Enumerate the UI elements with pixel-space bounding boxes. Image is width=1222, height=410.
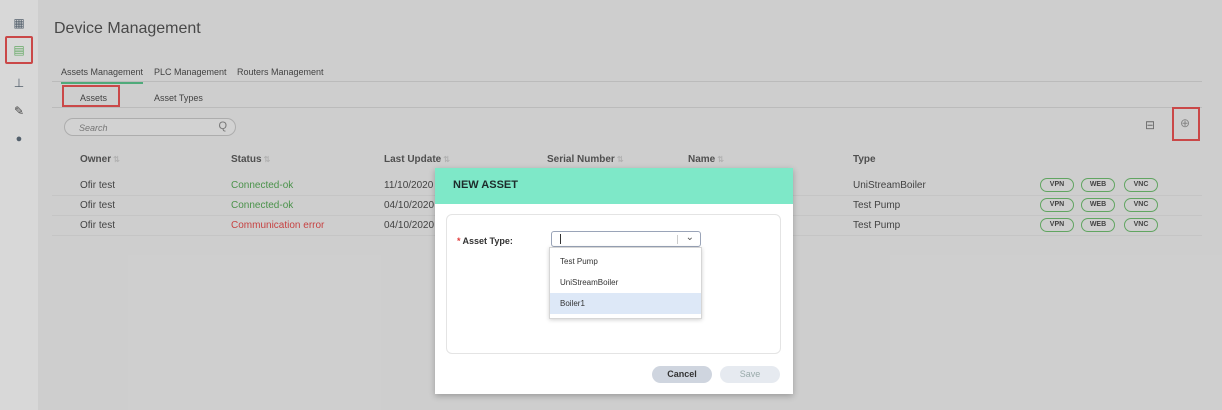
option-unistreamboiler[interactable]: UniStreamBoiler (550, 272, 701, 293)
save-button[interactable]: Save (720, 366, 780, 383)
required-mark: * (457, 236, 461, 246)
modal-title: NEW ASSET (453, 179, 518, 191)
text-caret (560, 234, 561, 244)
asset-type-label: * Asset Type: (457, 236, 513, 246)
chevron-down-icon[interactable]: ⌄ (686, 232, 694, 243)
cancel-button[interactable]: Cancel (652, 366, 712, 383)
new-asset-modal: NEW ASSET * Asset Type: ⌄ Test Pump UniSt… (435, 168, 793, 394)
option-boiler1[interactable]: Boiler1 (550, 293, 701, 314)
modal-header: NEW ASSET (435, 168, 793, 204)
asset-type-dropdown: Test Pump UniStreamBoiler Boiler1 (549, 247, 702, 319)
select-divider (677, 235, 678, 244)
asset-type-select[interactable]: ⌄ (551, 231, 701, 247)
option-test-pump[interactable]: Test Pump (550, 251, 701, 272)
